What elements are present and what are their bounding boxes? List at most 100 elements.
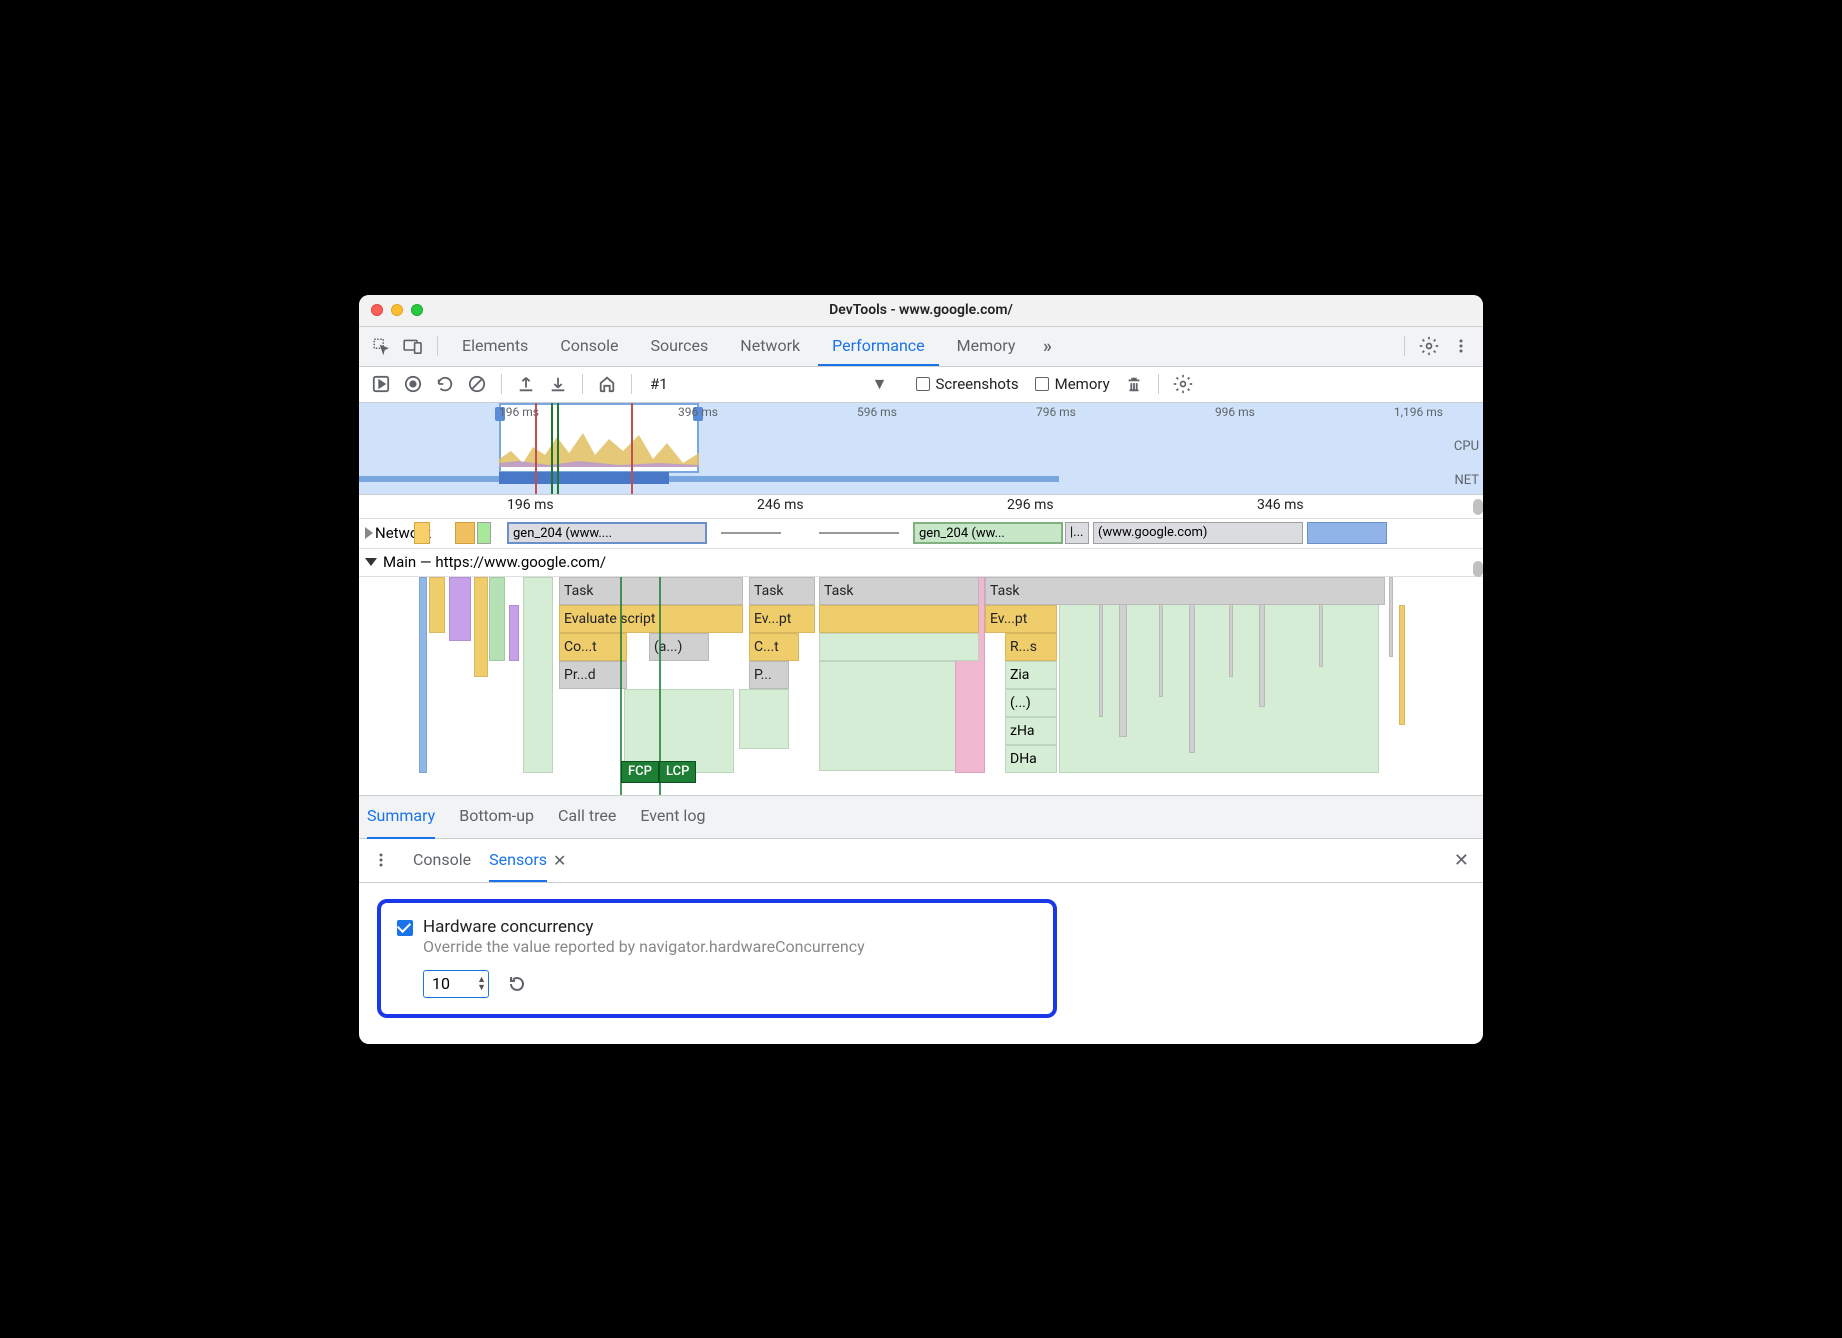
flame-entry[interactable]	[819, 605, 979, 633]
garbage-collect-icon[interactable]	[1120, 370, 1148, 398]
network-entry[interactable]: gen_204 (ww...	[913, 522, 1063, 544]
drawer-tabs: Console Sensors ✕ ✕	[359, 839, 1483, 883]
hardware-concurrency-subtitle: Override the value reported by navigator…	[423, 937, 865, 956]
reset-icon[interactable]	[503, 970, 531, 998]
close-window-button[interactable]	[371, 304, 383, 316]
network-entry[interactable]	[1307, 522, 1387, 544]
main-track-label: Main — https://www.google.com/	[383, 553, 606, 571]
window-title: DevTools - www.google.com/	[829, 302, 1013, 318]
timing-marker[interactable]: LCP	[659, 761, 696, 783]
flame-entry[interactable]: Task	[819, 577, 979, 605]
minimize-window-button[interactable]	[391, 304, 403, 316]
subtab-call-tree[interactable]: Call tree	[558, 795, 616, 839]
network-track[interactable]: Network gen_204 (www.... gen_204 (ww... …	[359, 519, 1483, 549]
hardware-concurrency-title: Hardware concurrency	[423, 917, 865, 937]
subtab-bottom-up[interactable]: Bottom-up	[459, 795, 534, 839]
close-tab-icon[interactable]: ✕	[553, 851, 566, 870]
device-toolbar-icon[interactable]	[399, 332, 427, 360]
drawer-tab-sensors[interactable]: Sensors	[489, 838, 547, 882]
flame-entry[interactable]: (a...)	[649, 633, 709, 661]
drawer-body: Hardware concurrency Override the value …	[359, 883, 1483, 1044]
home-icon[interactable]	[593, 370, 621, 398]
scrollbar-thumb[interactable]	[1473, 499, 1483, 515]
scrollbar-thumb[interactable]	[1473, 561, 1483, 577]
flame-entry[interactable]: Ev...pt	[985, 605, 1057, 633]
drawer-tab-console[interactable]: Console	[413, 838, 471, 882]
zoom-window-button[interactable]	[411, 304, 423, 316]
screenshots-checkbox[interactable]: Screenshots	[910, 375, 1025, 393]
flame-bar[interactable]	[509, 605, 519, 661]
traffic-lights	[371, 304, 423, 316]
flame-entry[interactable]	[819, 633, 979, 661]
network-entry[interactable]: gen_204 (www....	[507, 522, 707, 544]
tab-sources[interactable]: Sources	[636, 326, 722, 366]
tab-elements[interactable]: Elements	[448, 326, 542, 366]
clear-icon[interactable]	[463, 370, 491, 398]
flame-entry[interactable]: Ev...pt	[749, 605, 815, 633]
flame-entry[interactable]: Zia	[1005, 661, 1057, 689]
flame-entry[interactable]: Pr...d	[559, 661, 627, 689]
profile-label: #1	[650, 375, 668, 393]
flame-bar[interactable]	[489, 577, 505, 661]
flame-entry[interactable]: Co...t	[559, 633, 627, 661]
overview-ruler: 196 ms 396 ms 596 ms 796 ms 996 ms 1,196…	[359, 403, 1483, 421]
devtools-window: DevTools - www.google.com/ Elements Cons…	[359, 295, 1483, 1044]
tab-network[interactable]: Network	[726, 326, 814, 366]
timing-marker[interactable]: FCP	[621, 761, 659, 783]
flame-bar[interactable]	[1399, 605, 1405, 725]
subtab-event-log[interactable]: Event log	[640, 795, 705, 839]
more-tabs-icon[interactable]: »	[1033, 332, 1061, 360]
main-track-header[interactable]: Main — https://www.google.com/	[359, 549, 1483, 577]
flame-entry[interactable]: Task	[985, 577, 1385, 605]
flame-bar[interactable]	[429, 577, 445, 633]
detail-tabs: Summary Bottom-up Call tree Event log	[359, 795, 1483, 839]
flame-bar[interactable]	[419, 577, 427, 773]
memory-checkbox[interactable]: Memory	[1029, 375, 1116, 393]
tab-console[interactable]: Console	[546, 326, 632, 366]
performance-toolbar: #1 ▼ Screenshots Memory	[359, 367, 1483, 403]
flame-entry[interactable]: C...t	[749, 633, 799, 661]
hardware-concurrency-input[interactable]: 10 ▲▼	[423, 970, 489, 998]
flame-entry[interactable]: Evaluate script	[559, 605, 743, 633]
chevron-down-icon[interactable]: ▼	[872, 374, 888, 394]
network-entry[interactable]: (www.google.com)	[1093, 522, 1303, 544]
flame-bar[interactable]	[449, 577, 471, 641]
subtab-summary[interactable]: Summary	[367, 795, 435, 839]
main-tabs: Elements Console Sources Network Perform…	[359, 327, 1483, 367]
flame-bar[interactable]	[1389, 577, 1393, 657]
flame-bar[interactable]	[1059, 577, 1379, 773]
flame-entry[interactable]: Task	[749, 577, 815, 605]
overview-pane[interactable]: 196 ms 396 ms 596 ms 796 ms 996 ms 1,196…	[359, 403, 1483, 495]
capture-settings-icon[interactable]	[1169, 370, 1197, 398]
reload-icon[interactable]	[431, 370, 459, 398]
flame-bar[interactable]	[739, 689, 789, 749]
download-icon[interactable]	[544, 370, 572, 398]
profile-selector[interactable]: #1	[642, 375, 684, 393]
close-drawer-icon[interactable]: ✕	[1448, 850, 1475, 871]
tab-performance[interactable]: Performance	[818, 326, 939, 366]
inspect-element-icon[interactable]	[367, 332, 395, 360]
tab-memory[interactable]: Memory	[943, 326, 1030, 366]
flame-entry[interactable]: R...s	[1005, 633, 1057, 661]
expand-icon[interactable]	[365, 527, 373, 539]
flame-bar[interactable]	[819, 661, 969, 771]
settings-icon[interactable]	[1415, 332, 1443, 360]
cpu-mini-chart	[499, 425, 699, 467]
kebab-menu-icon[interactable]	[1447, 332, 1475, 360]
record-paused-icon[interactable]	[367, 370, 395, 398]
hardware-concurrency-checkbox[interactable]	[397, 920, 413, 936]
flame-chart[interactable]: TaskTaskTaskTaskEvaluate scriptEv...ptEv…	[359, 577, 1483, 795]
flame-entry[interactable]: (...)	[1005, 689, 1057, 717]
record-icon[interactable]	[399, 370, 427, 398]
collapse-icon[interactable]	[365, 558, 377, 566]
upload-icon[interactable]	[512, 370, 540, 398]
flame-entry[interactable]: DHa	[1005, 745, 1057, 773]
flame-entry[interactable]: Task	[559, 577, 743, 605]
flame-bar[interactable]	[474, 577, 488, 677]
flame-entry[interactable]: zHa	[1005, 717, 1057, 745]
flame-entry[interactable]: P...	[749, 661, 789, 689]
flame-bar[interactable]	[523, 577, 553, 773]
number-stepper-icon[interactable]: ▲▼	[477, 976, 486, 992]
drawer-menu-icon[interactable]	[367, 846, 395, 874]
network-entry[interactable]: |...	[1065, 522, 1089, 544]
